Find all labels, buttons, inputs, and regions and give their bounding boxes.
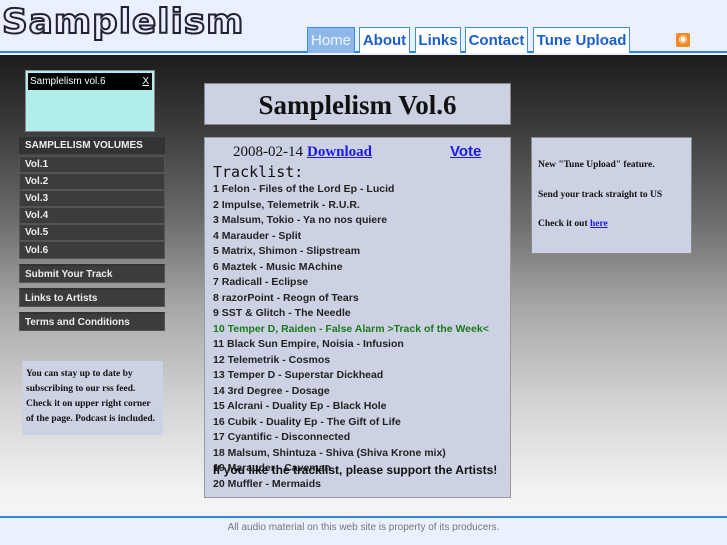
logo[interactable]: Samplelism (1, 1, 244, 43)
track-item: 3 Malsum, Tokio - Ya no nos quiere (213, 214, 388, 226)
track-item: 7 Radicall - Eclipse (213, 276, 309, 288)
track-item: 18 Malsum, Shintuza - Shiva (Shiva Krone… (213, 446, 446, 459)
track-item: 10 Temper D, Raiden - False Alarm >Track… (213, 322, 489, 335)
news-box: New "Tune Upload" feature. Send your tra… (531, 137, 692, 254)
track-list: 1 Felon - Files of the Lord Ep - Lucid 2 … (213, 182, 489, 492)
sidebar-item-vol1[interactable]: Vol.1 (19, 156, 165, 173)
release-date: 2008-02-14 (233, 144, 303, 160)
track-item: 9 SST & Glitch - The Needle (213, 307, 351, 319)
news-text: Check it out (538, 219, 588, 229)
track-item: 20 Muffler - Mermaids (213, 477, 321, 490)
track-item: 8 razorPoint - Reogn of Tears (213, 291, 359, 304)
page-title: Samplelism Vol.6 (204, 83, 511, 125)
track-item: 16 Cubik - Duality Ep - The Gift of Life (213, 415, 401, 428)
track-item: 5 Matrix, Shimon - Slipstream (213, 245, 361, 257)
vote-link[interactable]: Vote (450, 143, 481, 160)
news-line: Check it out here (538, 219, 608, 229)
tab-tune-upload[interactable]: Tune Upload (533, 27, 630, 53)
rss-info-box: You can stay up to date by subscribing t… (22, 361, 163, 435)
sidebar-item-links-to-artists[interactable]: Links to Artists (19, 288, 165, 307)
news-line: Send your track straight to US (538, 190, 663, 200)
tab-links[interactable]: Links (415, 27, 461, 53)
track-item: 13 Temper D - Superstar Dickhead (213, 369, 384, 381)
player-title-bar: Samplelism vol.6 X (28, 73, 152, 90)
tracklist-box: 2008-02-14 Download Vote Tracklist: 1 Fe… (204, 137, 511, 498)
sidebar-item-vol2[interactable]: Vol.2 (19, 173, 165, 190)
tracklist-heading: Tracklist: (213, 163, 304, 181)
sidebar-item-submit-track[interactable]: Submit Your Track (19, 264, 165, 283)
support-message: If you like the tracklist, please suppor… (213, 463, 498, 477)
header: Samplelism Home About Links Contact Tune… (0, 0, 727, 53)
sidebar-heading: SAMPLELISM VOLUMES (19, 137, 165, 154)
tab-about[interactable]: About (359, 27, 410, 53)
tab-contact[interactable]: Contact (465, 27, 528, 53)
audio-player[interactable]: Samplelism vol.6 X (25, 70, 155, 132)
player-title: Samplelism vol.6 (30, 76, 106, 87)
sidebar-item-vol4[interactable]: Vol.4 (19, 207, 165, 224)
track-item: 17 Cyantific - Disconnected (213, 431, 351, 443)
track-item: 12 Telemetrik - Cosmos (213, 353, 331, 366)
sidebar-item-vol3[interactable]: Vol.3 (19, 190, 165, 207)
sidebar-item-terms[interactable]: Terms and Conditions (19, 312, 165, 331)
track-item: 6 Maztek - Music MAchine (213, 260, 343, 273)
download-link[interactable]: Download (307, 144, 372, 161)
close-button[interactable]: X (142, 73, 149, 90)
track-item: 1 Felon - Files of the Lord Ep - Lucid (213, 183, 395, 195)
tab-home[interactable]: Home (307, 27, 355, 53)
track-item: 11 Black Sun Empire, Noisia - Infusion (213, 338, 404, 350)
track-item: 4 Marauder - Split (213, 229, 302, 242)
track-item: 15 Alcrani - Duality Ep - Black Hole (213, 400, 387, 412)
track-item: 2 Impulse, Telemetrik - R.U.R. (213, 198, 360, 211)
track-item: 14 3rd Degree - Dosage (213, 384, 330, 397)
footer: All audio material on this web site is p… (0, 516, 727, 545)
rss-icon[interactable]: ◉ (676, 33, 690, 47)
here-link[interactable]: here (590, 219, 608, 229)
sidebar-item-vol6[interactable]: Vol.6 (19, 241, 165, 259)
sidebar-item-vol5[interactable]: Vol.5 (19, 224, 165, 241)
news-line: New "Tune Upload" feature. (538, 160, 655, 170)
